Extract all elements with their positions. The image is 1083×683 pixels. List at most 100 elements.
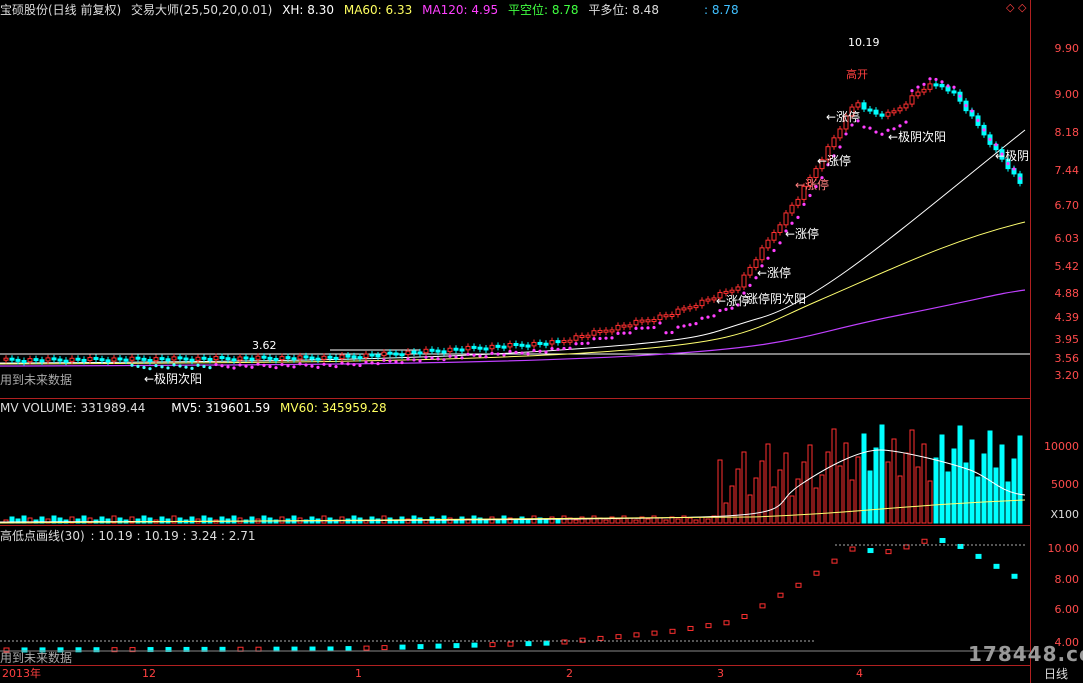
candle-body <box>645 319 651 323</box>
hl-candle <box>525 641 532 647</box>
volume-bar <box>573 519 579 524</box>
sar-dot <box>136 364 140 368</box>
price-tick: 7.44 <box>1054 164 1080 177</box>
candle-body <box>273 358 279 362</box>
candle-body <box>363 353 369 358</box>
sar-dot <box>952 85 956 89</box>
sar-dot <box>256 362 260 366</box>
candle-body <box>567 339 573 343</box>
sar-dot <box>940 80 944 84</box>
hl-candle <box>543 640 550 646</box>
candle-body <box>903 103 909 109</box>
volume-bar <box>825 451 831 524</box>
volume-bar <box>675 518 681 524</box>
candle-body <box>549 340 555 345</box>
candle-body <box>453 347 459 351</box>
sar-dot <box>778 241 782 245</box>
candle-body <box>315 357 321 361</box>
candle-body <box>69 357 75 362</box>
sar-dot <box>334 364 338 369</box>
sar-dot <box>436 357 440 361</box>
hl-candle <box>705 623 712 629</box>
sar-dot <box>298 362 302 366</box>
hl-candle <box>849 546 856 552</box>
candle-body <box>855 102 861 108</box>
mv60-value: MV60: 345959.28 <box>280 401 387 415</box>
high-price-label: 10.19 <box>848 36 880 49</box>
candle-body <box>213 356 219 361</box>
hl-candle <box>975 553 982 559</box>
candle-body <box>375 354 381 358</box>
sar-dot <box>166 366 170 370</box>
candle-body <box>237 356 243 361</box>
sar-dot <box>412 358 416 362</box>
sar-dot <box>232 366 236 370</box>
sar-dot <box>598 336 602 341</box>
sar-dot <box>520 351 524 355</box>
hl-candle <box>831 558 838 564</box>
hl-candle <box>867 548 874 554</box>
candle-body <box>399 353 405 357</box>
volume-bar <box>657 517 663 524</box>
sar-dot <box>718 308 722 313</box>
candle-body <box>489 344 495 350</box>
price-tick: 6.03 <box>1054 232 1080 245</box>
annotation-label: ←涨停 <box>826 109 860 124</box>
candle-body <box>465 345 471 351</box>
date-tick: 3 <box>717 667 724 680</box>
sar-dot <box>352 363 356 367</box>
candle-body <box>333 356 339 360</box>
candle-body <box>171 356 177 361</box>
sar-dot <box>280 363 284 367</box>
volume-title: MV VOLUME: 331989.44 <box>0 401 146 415</box>
volume-bar <box>453 519 459 524</box>
annotation-label: ←极阴 <box>995 149 1029 163</box>
sar-dot <box>406 357 410 361</box>
annotation-label: ←涨停 <box>795 177 829 192</box>
candle-body <box>345 354 351 358</box>
hl-tick: 6.00 <box>1054 603 1080 616</box>
volume-bar <box>801 461 807 524</box>
sar-dot <box>880 132 884 136</box>
sar-dot <box>394 360 398 364</box>
candle-body <box>507 343 513 348</box>
volume-bar <box>723 502 729 524</box>
candle-body <box>513 343 519 347</box>
volume-bar <box>513 519 519 524</box>
sar-dot <box>658 321 662 325</box>
volume-bar <box>687 517 693 524</box>
volume-bar <box>543 519 549 524</box>
candle-body <box>765 239 771 249</box>
candle-body <box>135 356 141 360</box>
hl-candle <box>723 620 730 626</box>
volume-bar <box>849 479 855 524</box>
candle-body <box>243 356 249 360</box>
sar-dot <box>838 145 842 149</box>
candle-body <box>21 360 27 364</box>
hl-candle <box>759 603 766 609</box>
period-label[interactable]: 日线 <box>1044 666 1068 682</box>
candle-body <box>561 340 567 344</box>
candle-body <box>597 329 603 333</box>
stock-chart-window[interactable]: 宝硕股份(日线 前复权) 交易大师(25,50,20,0.01) XH: 8.3… <box>0 0 1083 683</box>
candle-body <box>657 314 663 321</box>
sar-dot <box>586 341 590 345</box>
hl-candle <box>777 592 784 598</box>
candle-body <box>15 358 21 362</box>
volume-bar <box>879 424 885 524</box>
candle-body <box>267 356 273 360</box>
volume-bar <box>321 515 327 524</box>
sar-dot <box>268 364 272 369</box>
hl-candle <box>651 630 658 636</box>
sar-dot <box>226 365 230 369</box>
sar-dot <box>286 364 290 368</box>
sar-dot <box>1012 167 1016 171</box>
candle-body <box>555 340 561 344</box>
sar-dot <box>994 143 998 147</box>
sar-dot <box>622 331 626 335</box>
sar-dot <box>448 354 452 358</box>
candle-body <box>501 345 507 349</box>
candle-body <box>585 334 591 338</box>
hl-tick: 8.00 <box>1054 573 1080 586</box>
volume-bar <box>867 470 873 524</box>
